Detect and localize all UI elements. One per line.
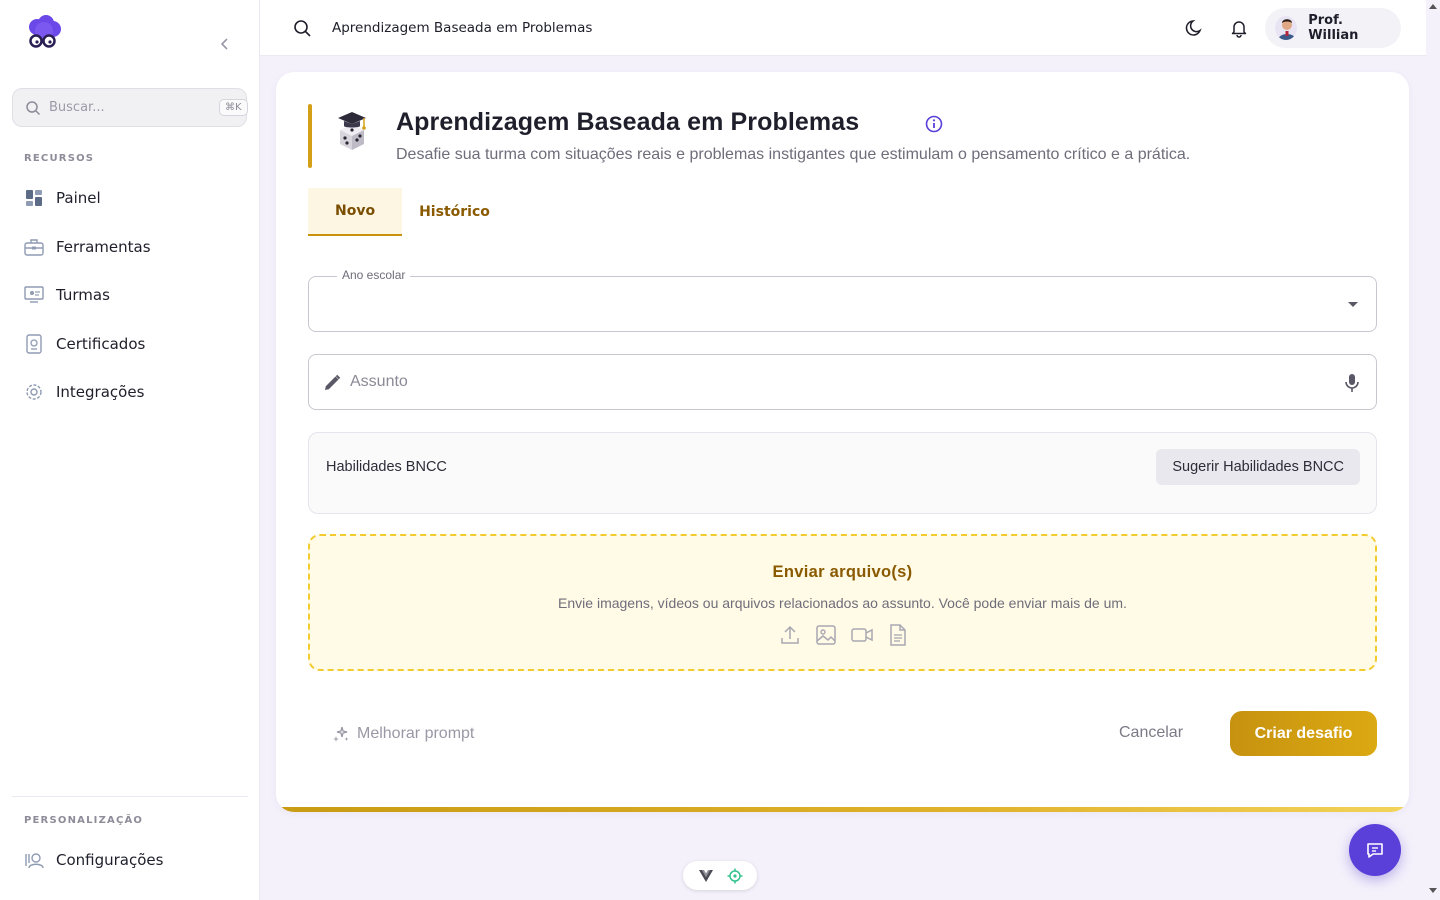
sidebar-search[interactable]: ⌘K: [12, 88, 248, 127]
global-search-input[interactable]: [332, 16, 852, 40]
sidebar-item-configuracoes[interactable]: Configurações: [12, 838, 248, 882]
sidebar-item-label: Certificados: [56, 334, 146, 353]
gear-icon: [24, 382, 44, 402]
create-challenge-button[interactable]: Criar desafio: [1230, 711, 1377, 756]
page-subtitle: Desafie sua turma com situações reais e …: [396, 146, 1191, 163]
upload-title: Enviar arquivo(s): [772, 563, 913, 581]
scroll-up-arrow-icon[interactable]: [1429, 4, 1437, 9]
classroom-icon: [24, 285, 44, 305]
grade-select-label: Ano escolar: [337, 268, 411, 282]
sidebar-item-ferramentas[interactable]: Ferramentas: [12, 225, 248, 269]
caret-down-icon[interactable]: [1348, 302, 1358, 307]
bncc-skills-box: Habilidades BNCC Sugerir Habilidades BNC…: [308, 432, 1377, 514]
sidebar-search-input[interactable]: [49, 100, 219, 115]
section-label-personalization: PERSONALIZAÇÃO: [24, 815, 144, 826]
sidebar-bottom-nav: Configurações: [12, 838, 248, 887]
sidebar-item-label: Ferramentas: [56, 237, 151, 256]
sidebar-divider: [12, 796, 248, 797]
moon-icon[interactable]: [1185, 18, 1205, 38]
sidebar-item-label: Painel: [56, 189, 101, 207]
toolbox-icon: [24, 237, 44, 257]
avatar: [1275, 16, 1298, 40]
brain-logo-icon[interactable]: [24, 14, 64, 50]
chat-button[interactable]: [1349, 824, 1401, 876]
page-scrollbar[interactable]: [1426, 0, 1440, 900]
video-icon: [850, 623, 874, 647]
devtools-pill: [683, 861, 757, 890]
image-icon: [814, 623, 838, 647]
info-icon[interactable]: [924, 114, 944, 134]
file-upload-dropzone[interactable]: Enviar arquivo(s) Envie imagens, vídeos …: [308, 534, 1377, 671]
topbar: Prof. Willian: [260, 0, 1426, 56]
sidebar: ⌘K RECURSOS Painel Ferramentas Turmas C: [0, 0, 260, 900]
collapse-sidebar-button[interactable]: [215, 34, 235, 54]
sidebar-item-painel[interactable]: Painel: [12, 176, 248, 220]
title-accent-bar: [308, 104, 312, 168]
vue-logo-icon[interactable]: [698, 868, 714, 884]
upload-description: Envie imagens, vídeos ou arquivos relaci…: [558, 595, 1127, 611]
sidebar-item-integracoes[interactable]: Integrações: [12, 370, 248, 414]
user-menu-button[interactable]: Prof. Willian: [1265, 8, 1401, 48]
user-name: Prof. Willian: [1308, 13, 1359, 43]
search-icon[interactable]: [292, 18, 312, 38]
dashboard-icon: [24, 188, 44, 208]
card-accent-bottom-bar: [276, 807, 1409, 812]
tab-novo[interactable]: Novo: [308, 188, 403, 236]
sidebar-item-label: Integrações: [56, 383, 145, 401]
target-icon[interactable]: [727, 868, 743, 884]
improve-prompt-button[interactable]: Melhorar prompt: [332, 722, 474, 746]
upload-icon: [778, 623, 802, 647]
tab-historico[interactable]: Histórico: [402, 188, 507, 236]
improve-prompt-label: Melhorar prompt: [357, 725, 475, 742]
sidebar-item-label: Turmas: [56, 286, 110, 304]
search-icon: [25, 100, 41, 116]
bell-icon[interactable]: [1229, 18, 1249, 38]
tabs: Novo Histórico: [308, 188, 507, 236]
subject-field[interactable]: [308, 354, 1377, 410]
certificate-icon: [24, 333, 44, 354]
suggest-bncc-button[interactable]: Sugerir Habilidades BNCC: [1156, 449, 1360, 485]
upload-type-icons: [778, 623, 910, 647]
sidebar-item-label: Configurações: [56, 851, 164, 869]
chat-bubble-icon: [1367, 843, 1383, 858]
bncc-skills-label: Habilidades BNCC: [326, 459, 447, 475]
scroll-down-arrow-icon[interactable]: [1429, 888, 1437, 893]
pencil-icon: [322, 373, 342, 393]
page-title: Aprendizagem Baseada em Problemas: [396, 108, 860, 136]
subject-input[interactable]: [350, 369, 1310, 395]
sidebar-nav: Painel Ferramentas Turmas Certificados I…: [12, 176, 248, 419]
microphone-icon[interactable]: [1342, 372, 1362, 394]
shortcut-badge: ⌘K: [219, 99, 248, 116]
main-card: Aprendizagem Baseada em Problemas Desafi…: [276, 72, 1409, 812]
settings-users-icon: [24, 850, 44, 870]
grade-select[interactable]: Ano escolar: [308, 268, 1377, 332]
sparkles-icon: [332, 725, 350, 743]
document-icon: [886, 623, 910, 647]
sidebar-item-certificados[interactable]: Certificados: [12, 322, 248, 366]
cancel-button[interactable]: Cancelar: [1102, 711, 1200, 755]
chevron-left-icon: [220, 38, 228, 50]
section-label-resources: RECURSOS: [24, 153, 95, 164]
sidebar-item-turmas[interactable]: Turmas: [12, 273, 248, 317]
graduation-dice-icon: [332, 108, 372, 152]
